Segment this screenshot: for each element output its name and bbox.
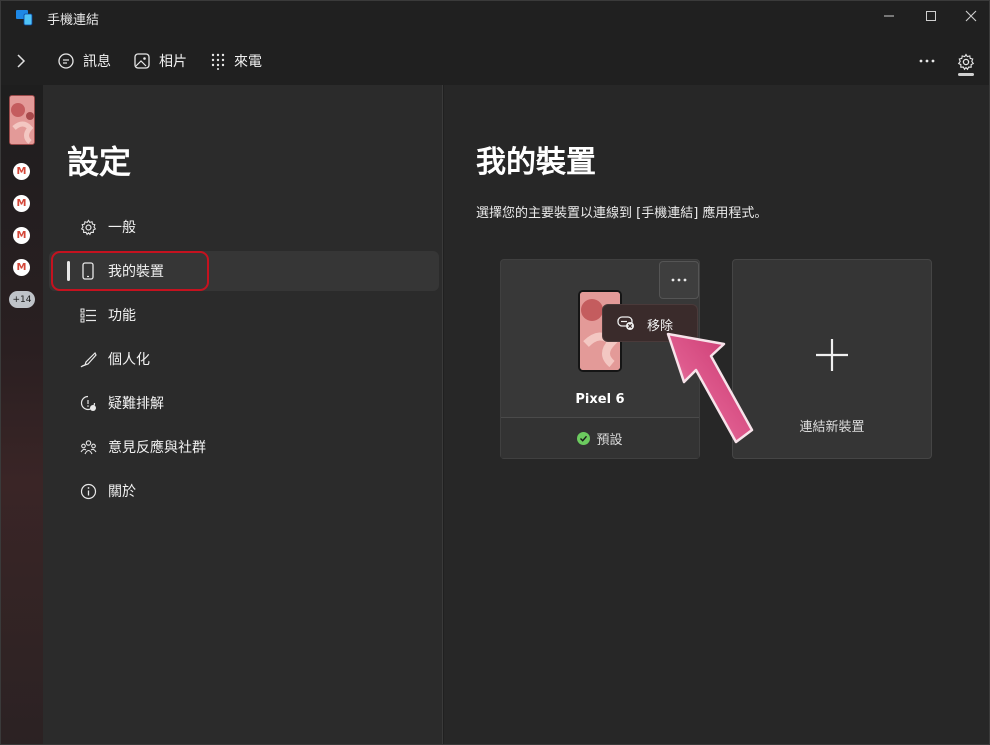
info-icon: [80, 483, 96, 499]
settings-item-label: 意見反應與社群: [108, 440, 206, 456]
settings-item-label: 關於: [108, 484, 136, 500]
window-title: 手機連結: [47, 13, 100, 28]
close-icon: [965, 10, 977, 22]
page-description: 選擇您的主要裝置以連線到 [手機連結] 應用程式。: [476, 206, 768, 221]
troubleshoot-icon: [80, 395, 96, 411]
community-icon: [80, 439, 96, 454]
gmail-notification-icon[interactable]: M: [13, 259, 30, 276]
phone-link-app-icon: [16, 10, 33, 26]
list-icon: [80, 308, 96, 322]
phone-link-window: 手機連結 訊息 相片 來電 M M M M +14 設定 一般 我的裝置 功能 …: [0, 0, 990, 745]
minimize-button[interactable]: [869, 1, 909, 31]
device-more-button[interactable]: [659, 261, 699, 299]
settings-item-personalization[interactable]: 個人化: [49, 339, 439, 379]
tab-messages[interactable]: 訊息: [57, 51, 111, 71]
tab-messages-label: 訊息: [83, 54, 111, 70]
gear-icon: [957, 53, 975, 71]
more-options-button[interactable]: [913, 51, 941, 71]
wallpaper-image: [10, 96, 34, 144]
settings-item-general[interactable]: 一般: [49, 207, 439, 247]
gear-icon: [80, 218, 96, 235]
settings-item-about[interactable]: 關於: [49, 471, 439, 511]
gmail-notification-icon[interactable]: M: [13, 163, 30, 180]
device-status-label: 預設: [596, 432, 623, 448]
maximize-icon: [926, 11, 936, 21]
photo-icon: [134, 53, 150, 69]
settings-item-label: 一般: [108, 220, 136, 236]
settings-item-feedback-community[interactable]: 意見反應與社群: [49, 427, 439, 467]
gmail-notification-icon[interactable]: M: [13, 227, 30, 244]
dialpad-icon: [211, 53, 225, 70]
message-icon: [58, 53, 74, 69]
title-bar: 手機連結: [1, 1, 989, 33]
top-navigation: 訊息 相片 來電: [1, 39, 989, 83]
settings-active-indicator: [958, 73, 974, 76]
notification-rail: M M M M +14: [1, 85, 43, 744]
settings-item-troubleshoot[interactable]: 疑難排解: [49, 383, 439, 423]
settings-item-features[interactable]: 功能: [49, 295, 439, 335]
pointer-arrow-annotation: [666, 332, 754, 444]
more-notifications-badge[interactable]: +14: [9, 291, 35, 308]
settings-item-label: 個人化: [108, 352, 150, 368]
close-button[interactable]: [951, 1, 989, 31]
phone-screen-thumbnail[interactable]: [9, 95, 35, 145]
add-device-label: 連結新裝置: [799, 420, 865, 435]
more-horizontal-icon: [919, 59, 935, 63]
tab-photos-label: 相片: [159, 54, 187, 70]
minimize-icon: [884, 15, 894, 17]
page-title: 我的裝置: [476, 145, 596, 180]
settings-item-label: 疑難排解: [108, 396, 164, 412]
settings-sidebar: 設定 一般 我的裝置 功能 個人化 疑難排解 意見反應與社群 關於: [43, 85, 443, 744]
unlink-device-icon: [617, 316, 634, 330]
more-horizontal-icon: [671, 278, 687, 282]
settings-title: 設定: [67, 143, 132, 181]
gmail-notification-icon[interactable]: M: [13, 195, 30, 212]
brush-icon: [80, 351, 97, 367]
maximize-button[interactable]: [911, 1, 951, 31]
tab-calls[interactable]: 來電: [210, 51, 262, 71]
collapse-sidebar-button[interactable]: [11, 51, 31, 71]
tab-photos[interactable]: 相片: [133, 51, 187, 71]
add-device-card[interactable]: 連結新裝置: [732, 259, 932, 459]
plus-icon: [816, 339, 848, 371]
checkmark-icon: [577, 431, 591, 445]
chevron-right-icon: [17, 54, 26, 68]
settings-button[interactable]: [953, 49, 979, 75]
highlight-annotation: [51, 251, 209, 291]
settings-item-label: 功能: [108, 308, 136, 324]
tab-calls-label: 來電: [234, 54, 262, 70]
